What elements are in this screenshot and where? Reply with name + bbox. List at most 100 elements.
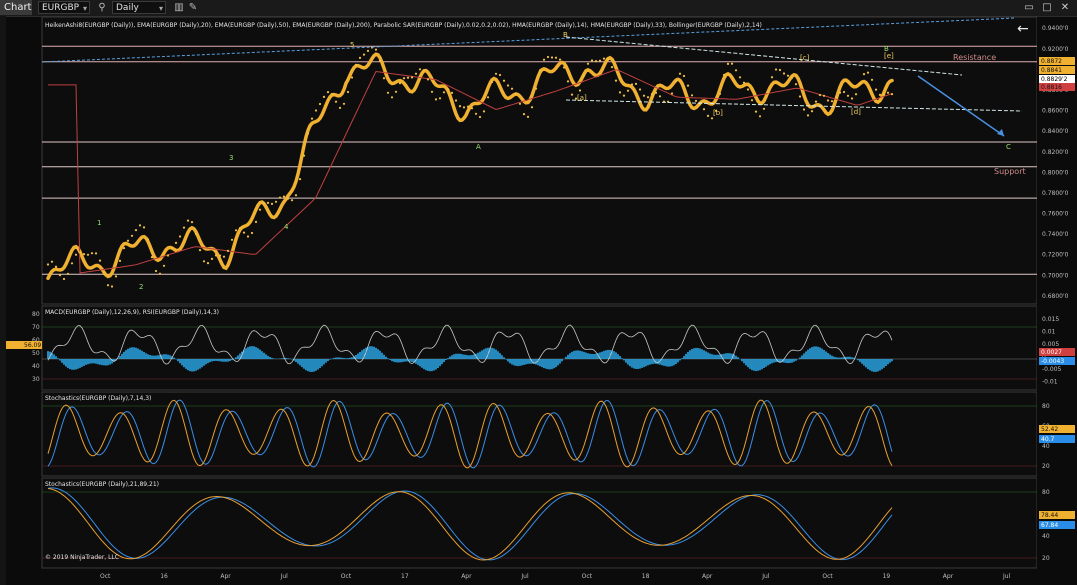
parabolic-sar-dot xyxy=(606,58,610,61)
stoch-tick-label: 20 xyxy=(1042,463,1050,470)
parabolic-sar-dot xyxy=(822,94,826,97)
parabolic-sar-dot xyxy=(430,90,434,93)
parabolic-sar-dot xyxy=(830,100,834,103)
wave-label: A xyxy=(476,143,481,151)
parabolic-sar-dot xyxy=(322,95,326,98)
stoch-tick-label: 40 xyxy=(1042,533,1050,540)
rsi-tick-label: 40 xyxy=(32,363,40,370)
parabolic-sar-dot xyxy=(222,255,226,258)
stoch-k-value: 52.42 xyxy=(1041,426,1058,433)
parabolic-sar-dot xyxy=(290,199,294,202)
parabolic-sar-dot xyxy=(130,234,134,237)
stoch-fast-title: Stochastics(EURGBP (Daily),7,14,3) xyxy=(45,395,151,402)
parabolic-sar-dot xyxy=(198,249,202,252)
x-tick-label: Oct xyxy=(100,573,111,580)
parabolic-sar-dot xyxy=(234,229,238,232)
parabolic-sar-dot xyxy=(78,251,82,254)
parabolic-sar-dot xyxy=(314,109,318,112)
parabolic-sar-dot xyxy=(274,200,278,203)
parabolic-sar-dot xyxy=(50,260,54,263)
rsi-tick-label: 80 xyxy=(32,311,40,318)
stoch-tick-label: 80 xyxy=(1042,489,1050,496)
parabolic-sar-dot xyxy=(526,115,530,118)
parabolic-sar-dot xyxy=(770,76,774,79)
x-tick-label: Oct xyxy=(582,573,593,580)
chart-pane-1 xyxy=(41,305,1038,391)
parabolic-sar-dot xyxy=(142,226,146,229)
parabolic-sar-dot xyxy=(162,264,166,267)
wave-label: 2 xyxy=(139,283,143,291)
parabolic-sar-dot xyxy=(846,94,850,97)
rsi-value: 56.09 xyxy=(24,342,41,349)
parabolic-sar-dot xyxy=(114,275,118,278)
x-tick-label: Oct xyxy=(822,573,833,580)
price-tick-label: 0.7000'0 xyxy=(1042,272,1069,279)
parabolic-sar-dot xyxy=(410,76,414,79)
parabolic-sar-dot xyxy=(402,77,406,80)
parabolic-sar-dot xyxy=(682,74,686,78)
parabolic-sar-dot xyxy=(246,235,250,238)
parabolic-sar-dot xyxy=(426,78,430,81)
parabolic-sar-dot xyxy=(702,108,706,111)
parabolic-sar-dot xyxy=(626,89,630,92)
parabolic-sar-dot xyxy=(638,88,642,91)
parabolic-sar-dot xyxy=(766,91,770,94)
parabolic-sar-dot xyxy=(170,246,174,250)
x-tick-label: Oct xyxy=(341,573,352,580)
parabolic-sar-dot xyxy=(134,229,138,232)
parabolic-sar-dot xyxy=(310,117,314,120)
parabolic-sar-dot xyxy=(318,102,322,106)
parabolic-sar-dot xyxy=(210,257,214,260)
parabolic-sar-dot xyxy=(414,72,418,75)
price-tick-label: 0.8000'0 xyxy=(1042,169,1069,176)
parabolic-sar-dot xyxy=(790,76,794,79)
macd-tick-label: -0.005 xyxy=(1042,366,1062,373)
parabolic-sar-dot xyxy=(62,277,66,281)
parabolic-sar-dot xyxy=(438,97,442,100)
parabolic-sar-dot xyxy=(294,194,298,197)
parabolic-sar-dot xyxy=(490,80,494,84)
parabolic-sar-dot xyxy=(110,285,114,288)
parabolic-sar-dot xyxy=(178,235,182,238)
parabolic-sar-dot xyxy=(550,56,554,59)
parabolic-sar-dot xyxy=(362,53,366,56)
price-tick-label: 0.8200'0 xyxy=(1042,149,1069,156)
parabolic-sar-dot xyxy=(890,93,894,96)
parabolic-sar-dot xyxy=(206,262,210,265)
parabolic-sar-dot xyxy=(238,227,242,230)
x-tick-label: 19 xyxy=(883,573,891,580)
x-tick-label: 17 xyxy=(401,573,409,580)
parabolic-sar-dot xyxy=(806,114,810,117)
wave-label: 3 xyxy=(229,154,233,162)
parabolic-sar-dot xyxy=(870,78,874,81)
parabolic-sar-dot xyxy=(514,92,518,96)
parabolic-sar-dot xyxy=(570,93,574,96)
rsi-tick-label: 70 xyxy=(32,324,40,331)
rsi-tick-label: 50 xyxy=(32,350,40,357)
chart-canvas[interactable]: 0.9400'00.9200'00.9000'00.8800'00.8600'0… xyxy=(0,0,1077,585)
stoch-slow-title: Stochastics(EURGBP (Daily),21,89,21) xyxy=(45,481,159,488)
wave-label: C xyxy=(1006,143,1011,151)
arrow-left-icon[interactable]: ← xyxy=(1017,21,1029,37)
wave-label: B xyxy=(884,45,889,53)
parabolic-sar-dot xyxy=(174,241,178,244)
parabolic-sar-dot xyxy=(654,91,658,94)
x-tick-label: 16 xyxy=(160,573,168,580)
parabolic-sar-dot xyxy=(794,83,798,86)
parabolic-sar-dot xyxy=(390,96,394,99)
parabolic-sar-dot xyxy=(842,90,846,94)
parabolic-sar-dot xyxy=(718,92,722,95)
parabolic-sar-dot xyxy=(58,274,62,277)
parabolic-sar-dot xyxy=(522,113,526,116)
parabolic-sar-dot xyxy=(74,253,78,256)
parabolic-sar-dot xyxy=(282,195,286,198)
parabolic-sar-dot xyxy=(866,71,870,74)
wave-label: 5 xyxy=(350,41,354,49)
parabolic-sar-dot xyxy=(378,59,382,63)
parabolic-sar-dot xyxy=(342,102,346,105)
parabolic-sar-dot xyxy=(534,87,538,90)
parabolic-sar-dot xyxy=(798,95,802,98)
parabolic-sar-dot xyxy=(810,110,814,113)
parabolic-sar-dot xyxy=(242,231,246,234)
parabolic-sar-dot xyxy=(750,99,754,102)
